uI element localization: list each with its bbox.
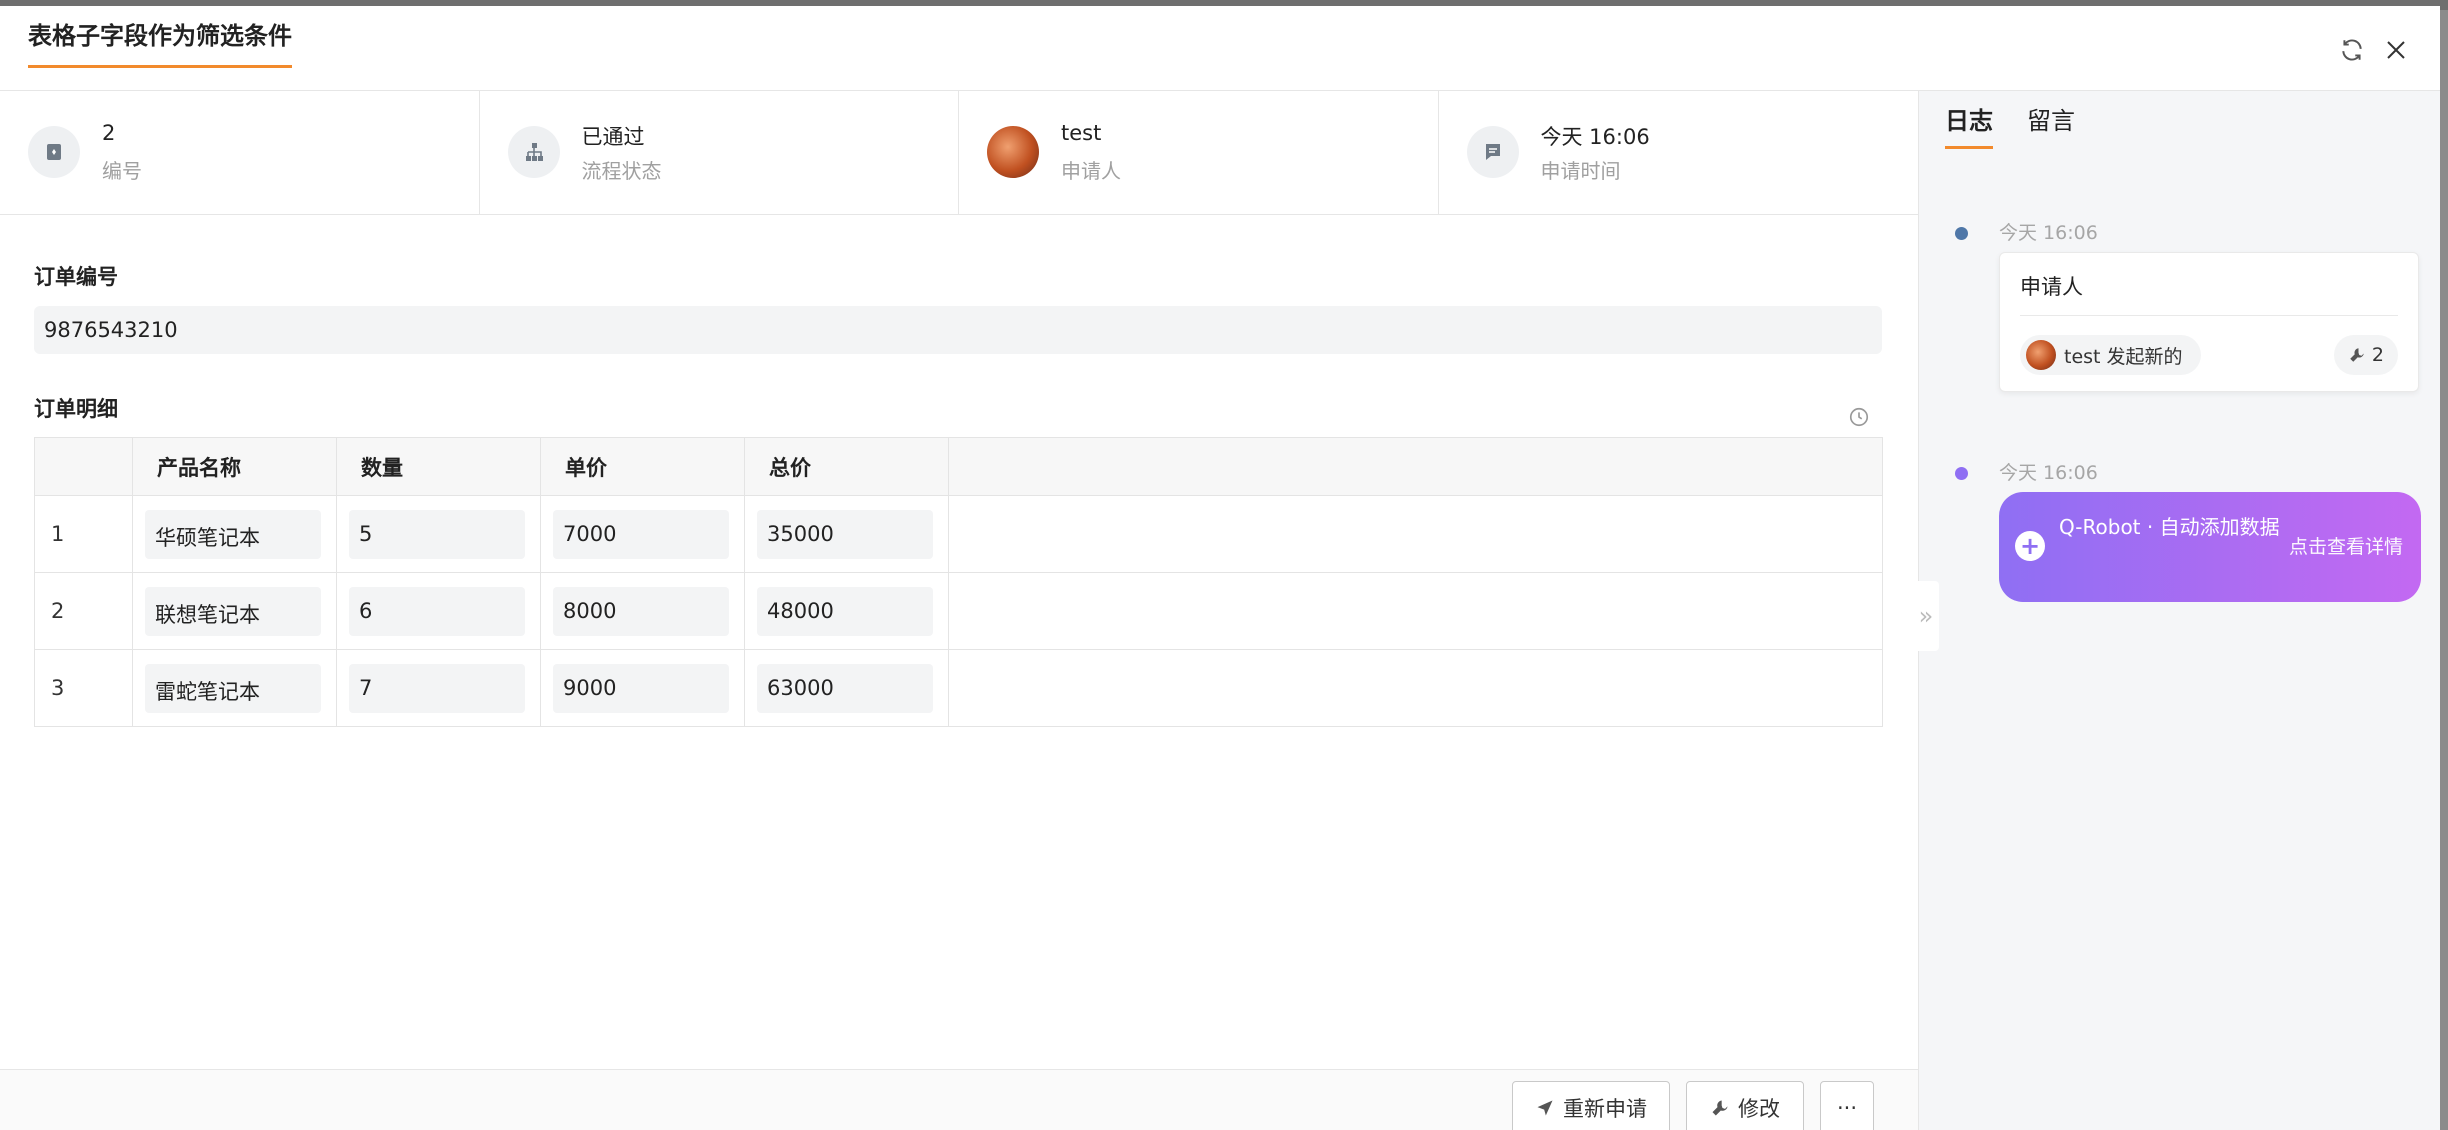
- more-icon: ···: [1836, 1096, 1858, 1120]
- reapply-label: 重新申请: [1563, 1097, 1647, 1121]
- side-tabs: 日志 留言: [1945, 91, 2075, 151]
- more-button[interactable]: ···: [1820, 1081, 1874, 1130]
- info-number: 2 编号: [0, 91, 480, 215]
- modify-button[interactable]: 修改: [1686, 1081, 1804, 1130]
- side-panel: 日志 留言 » 今天 16:06 申请人 test 发起新的 2 今天 16:0…: [1913, 91, 2440, 1130]
- modify-label: 修改: [1738, 1097, 1780, 1121]
- modal-header: 表格子字段作为筛选条件: [0, 6, 2440, 91]
- total-price-cell[interactable]: 35000: [757, 509, 933, 559]
- order-number-label: 订单编号: [34, 265, 118, 289]
- product-name-cell[interactable]: 雷蛇笔记本: [145, 663, 321, 713]
- table-header-price: 单价: [540, 437, 745, 496]
- message-icon: [1466, 126, 1519, 178]
- footer-bar: 重新申请 修改 ···: [0, 1069, 1918, 1130]
- timeline-dot: [1955, 467, 1968, 480]
- quantity-cell[interactable]: 5: [349, 509, 525, 559]
- order-details-label: 订单明细: [34, 397, 118, 421]
- detail-modal: 表格子字段作为筛选条件 2 编号 已通过 流程状态 test 申请人 今天 16…: [0, 6, 2440, 1130]
- info-applicant-value: test: [1061, 121, 1102, 145]
- table-header-name: 产品名称: [132, 437, 337, 496]
- info-status-label: 流程状态: [581, 159, 662, 183]
- row-index: 2: [34, 572, 133, 650]
- wrench-icon: [2350, 348, 2364, 362]
- total-price-cell[interactable]: 63000: [757, 663, 933, 713]
- unit-price-cell[interactable]: 8000: [553, 586, 729, 636]
- refresh-button[interactable]: [2332, 30, 2372, 70]
- info-time-value: 今天 16:06: [1540, 125, 1650, 149]
- table-header-qty: 数量: [336, 437, 541, 496]
- row-index: 3: [34, 649, 133, 727]
- collapse-handle[interactable]: »: [1913, 581, 1939, 651]
- double-chevron-right-icon: »: [1918, 602, 1934, 630]
- order-number-field[interactable]: 9876543210: [34, 306, 1882, 354]
- close-button[interactable]: [2376, 30, 2416, 70]
- log-card-title: 申请人: [2020, 275, 2083, 299]
- info-status: 已通过 流程状态: [480, 91, 959, 215]
- table-row: 1 华硕笔记本 5 7000 35000: [34, 495, 1883, 573]
- refresh-icon: [2342, 39, 2362, 61]
- info-applicant: test 申请人: [959, 91, 1439, 215]
- applicant-chip-text: test 发起新的: [2064, 345, 2183, 368]
- close-icon: [2387, 41, 2405, 59]
- main-content: 2 编号 已通过 流程状态 test 申请人 今天 16:06 申请时间 订单编…: [0, 91, 1918, 1130]
- modify-count: 2: [2371, 344, 2384, 366]
- unit-price-cell[interactable]: 9000: [553, 663, 729, 713]
- modify-count-chip: 2: [2333, 335, 2398, 375]
- unit-price-cell[interactable]: 7000: [553, 509, 729, 559]
- info-time-label: 申请时间: [1540, 159, 1621, 183]
- row-index: 1: [34, 495, 133, 573]
- log-time: 今天 16:06: [1999, 462, 2098, 484]
- total-price-cell[interactable]: 48000: [757, 586, 933, 636]
- avatar: [987, 126, 1039, 178]
- robot-log-card[interactable]: + Q-Robot · 自动添加数据 点击查看详情: [1999, 492, 2421, 602]
- table-header-total: 总价: [744, 437, 949, 496]
- info-status-value: 已通过: [581, 125, 645, 149]
- empty-cell: [948, 495, 1883, 573]
- info-applicant-label: 申请人: [1061, 159, 1121, 183]
- robot-log-text: Q-Robot · 自动添加数据: [2059, 515, 2280, 539]
- bookmark-icon: [28, 126, 80, 178]
- reapply-button[interactable]: 重新申请: [1512, 1081, 1670, 1130]
- log-time: 今天 16:06: [1999, 222, 2098, 244]
- empty-cell: [948, 649, 1883, 727]
- table-header-empty: [948, 437, 1883, 496]
- table-header-row: 产品名称 数量 单价 总价: [34, 437, 1883, 496]
- applicant-chip: test 发起新的: [2020, 335, 2201, 375]
- info-bar: 2 编号 已通过 流程状态 test 申请人 今天 16:06 申请时间: [0, 91, 1918, 215]
- quantity-cell[interactable]: 7: [349, 663, 525, 713]
- empty-cell: [948, 572, 1883, 650]
- table-row: 2 联想笔记本 6 8000 48000: [34, 572, 1883, 650]
- send-icon: [1537, 1100, 1553, 1116]
- tab-comments[interactable]: 留言: [2027, 91, 2075, 149]
- avatar: [2026, 340, 2056, 370]
- product-name-cell[interactable]: 华硕笔记本: [145, 509, 321, 559]
- history-icon[interactable]: [1848, 406, 1872, 430]
- table-row: 3 雷蛇笔记本 7 9000 63000: [34, 649, 1883, 727]
- view-details-link[interactable]: 点击查看详情: [2289, 532, 2403, 559]
- divider: [2020, 315, 2398, 316]
- product-name-cell[interactable]: 联想笔记本: [145, 586, 321, 636]
- wrench-icon: [1712, 1100, 1728, 1116]
- info-time: 今天 16:06 申请时间: [1439, 91, 1919, 215]
- info-number-label: 编号: [102, 159, 142, 183]
- tab-log[interactable]: 日志: [1945, 91, 1993, 149]
- plus-icon: +: [2015, 531, 2045, 561]
- quantity-cell[interactable]: 6: [349, 586, 525, 636]
- flow-icon: [507, 126, 560, 178]
- timeline-dot: [1955, 227, 1968, 240]
- order-details-table: 产品名称 数量 单价 总价 1 华硕笔记本 5 7000 35000 2 联想笔…: [34, 437, 1883, 727]
- table-header-index: [34, 437, 133, 496]
- log-card: 申请人 test 发起新的 2: [1999, 252, 2419, 392]
- info-number-value: 2: [102, 121, 116, 145]
- modal-title: 表格子字段作为筛选条件: [28, 16, 292, 68]
